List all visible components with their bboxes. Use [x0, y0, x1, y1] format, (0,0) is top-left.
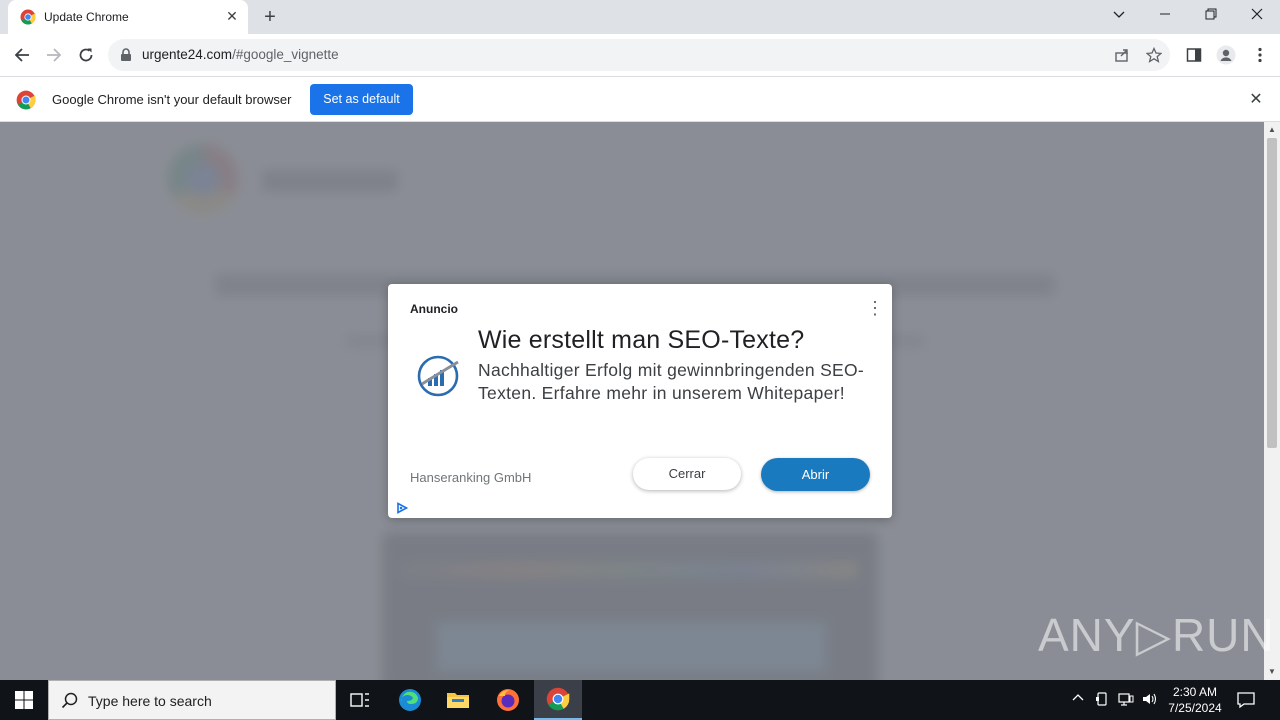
ad-headline[interactable]: Wie erstellt man SEO-Texte?	[478, 326, 804, 355]
clock-time: 2:30 AM	[1172, 685, 1218, 699]
profile-avatar-icon[interactable]	[1214, 43, 1238, 67]
tab-update-chrome[interactable]: Update Chrome ✕	[8, 0, 248, 34]
tab-strip: Update Chrome ✕ +	[0, 0, 1280, 34]
reload-button[interactable]	[74, 43, 98, 67]
clock-date: 7/25/2024	[1168, 701, 1222, 715]
side-panel-icon[interactable]	[1182, 43, 1206, 67]
url-domain: urgente24.com	[142, 47, 233, 62]
back-button[interactable]	[10, 43, 34, 67]
bookmark-star-icon[interactable]	[1142, 43, 1166, 67]
taskbar-firefox-button[interactable]	[484, 680, 532, 720]
tray-device-icon[interactable]	[1094, 692, 1110, 708]
set-as-default-button[interactable]: Set as default	[310, 84, 413, 115]
url-path: /#google_vignette	[232, 47, 339, 62]
search-placeholder: Type here to search	[88, 693, 212, 709]
chrome-icon	[20, 9, 36, 25]
windows-taskbar: Type here to search 2:30 AM 7/25/2024	[0, 680, 1280, 720]
reload-icon	[79, 48, 93, 62]
folder-icon	[447, 693, 469, 708]
volume-icon[interactable]	[1142, 692, 1158, 708]
start-button[interactable]	[0, 680, 48, 720]
taskbar-clock[interactable]: 2:30 AM 7/25/2024	[1166, 684, 1224, 716]
menu-kebab-icon[interactable]	[1248, 43, 1272, 67]
ad-open-button[interactable]: Abrir	[761, 458, 870, 491]
ad-label: Anuncio	[410, 302, 458, 316]
share-icon[interactable]	[1110, 43, 1134, 67]
taskbar-edge-button[interactable]	[386, 680, 434, 720]
task-view-button[interactable]	[336, 680, 384, 720]
scroll-down-arrow-icon[interactable]: ▼	[1264, 664, 1280, 680]
lock-icon[interactable]	[120, 48, 132, 62]
ad-close-button[interactable]: Cerrar	[633, 458, 741, 490]
address-bar[interactable]: urgente24.com/#google_vignette	[108, 39, 1170, 71]
scroll-up-arrow-icon[interactable]: ▲	[1264, 122, 1280, 138]
chrome-icon	[16, 90, 36, 110]
scrollbar-thumb[interactable]	[1267, 138, 1277, 448]
taskbar-explorer-button[interactable]	[434, 680, 482, 720]
forward-arrow-icon	[47, 48, 62, 62]
anyrun-watermark: ANY▷RUN	[1038, 609, 1275, 661]
tab-close-icon[interactable]: ✕	[224, 8, 240, 24]
taskbar-chrome-button[interactable]	[534, 680, 582, 720]
tab-title: Update Chrome	[44, 10, 129, 24]
back-arrow-icon	[14, 48, 29, 62]
chrome-icon	[546, 687, 570, 711]
ad-body[interactable]: Nachhaltiger Erfolg mit gewinnbringenden…	[478, 359, 868, 405]
notification-center-icon[interactable]	[1236, 690, 1256, 710]
taskbar-search-box[interactable]: Type here to search	[48, 680, 336, 720]
tray-overflow-chevron-icon[interactable]	[1070, 692, 1086, 708]
adchoices-icon[interactable]	[396, 502, 408, 514]
infobar-close-icon[interactable]: ✕	[1246, 90, 1266, 110]
vignette-ad-dialog: Anuncio ⋮ Wie erstellt man SEO-Texte? Na…	[388, 284, 892, 518]
advertiser-logo-icon[interactable]	[416, 354, 460, 398]
firefox-icon	[497, 689, 519, 711]
search-icon	[61, 692, 78, 709]
forward-button[interactable]	[42, 43, 66, 67]
network-icon[interactable]	[1118, 692, 1134, 708]
task-view-icon	[350, 693, 369, 707]
edge-icon	[399, 689, 421, 711]
infobar-message: Google Chrome isn't your default browser	[52, 92, 292, 107]
default-browser-infobar: Google Chrome isn't your default browser…	[0, 76, 1280, 122]
browser-toolbar: urgente24.com/#google_vignette	[0, 34, 1280, 76]
new-tab-button[interactable]: +	[258, 5, 282, 29]
ad-options-icon[interactable]: ⋮	[866, 298, 884, 318]
tab-search-icon[interactable]	[1096, 0, 1142, 30]
window-close-button[interactable]	[1234, 0, 1280, 30]
windows-logo-icon	[15, 691, 33, 709]
ad-advertiser[interactable]: Hanseranking GmbH	[410, 470, 531, 485]
minimize-button[interactable]	[1142, 0, 1188, 30]
url-text[interactable]: urgente24.com/#google_vignette	[142, 47, 339, 62]
restore-button[interactable]	[1188, 0, 1234, 30]
page-scrollbar[interactable]: ▲ ▼	[1264, 122, 1280, 680]
